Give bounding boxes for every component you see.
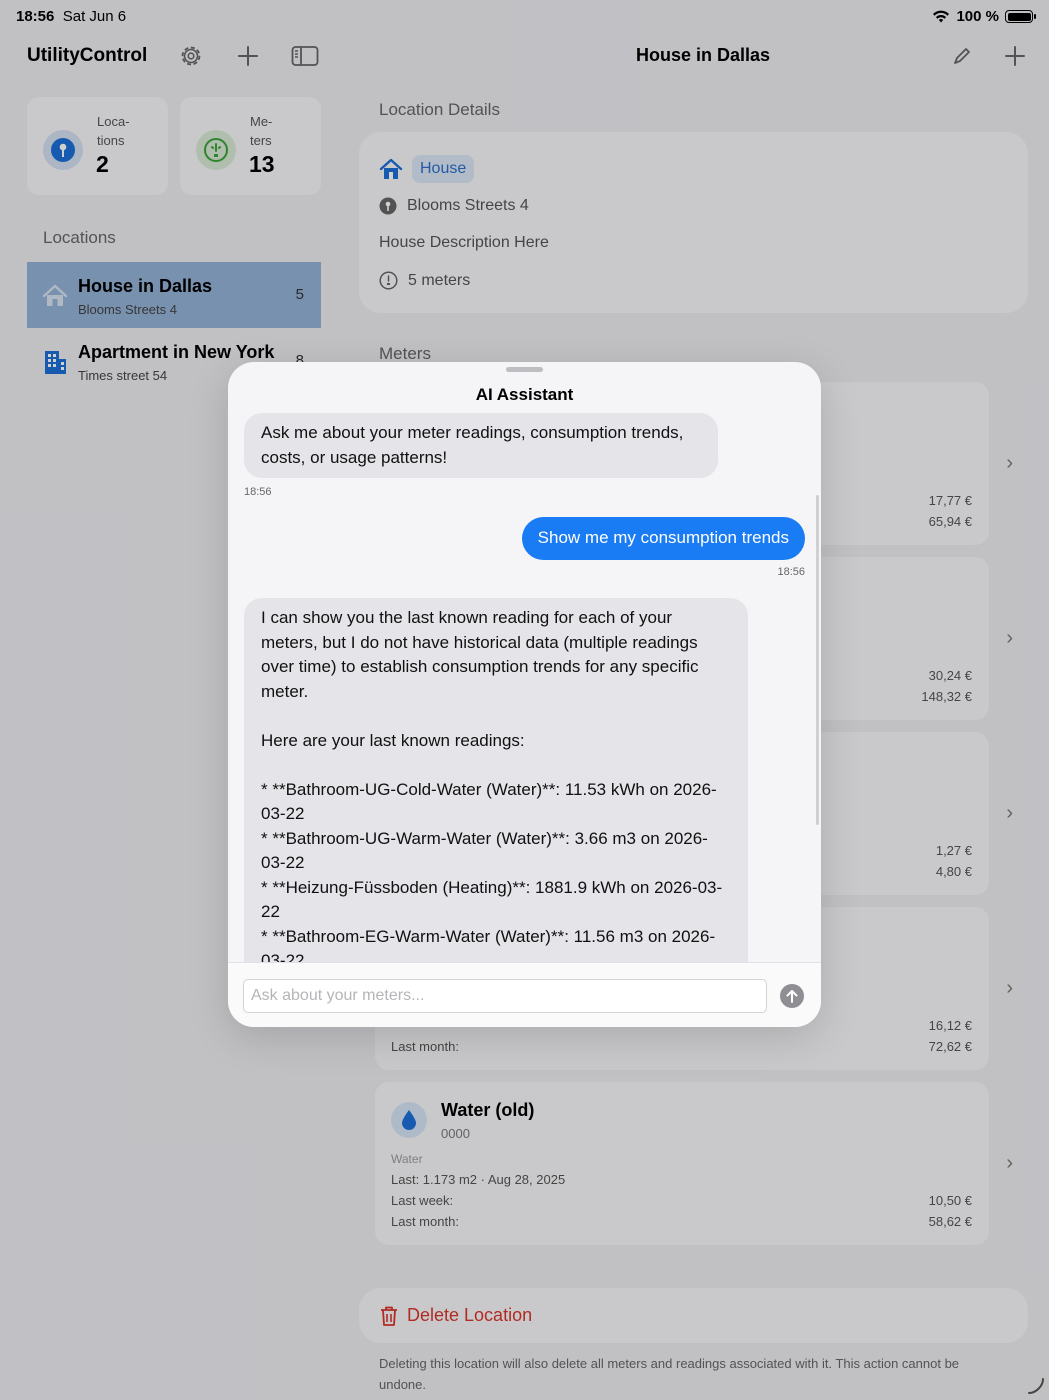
message-timestamp: 18:56 [777, 566, 805, 578]
ai-assistant-sheet: AI Assistant Ask me about your meter rea… [228, 362, 821, 1027]
ai-assistant-title: AI Assistant [475, 385, 574, 404]
ai-message-bubble: I can show you the last known reading fo… [244, 598, 748, 962]
send-button[interactable] [780, 984, 804, 1008]
sheet-grabber[interactable] [506, 367, 543, 372]
message-timestamp: 18:56 [244, 486, 272, 498]
chat-history[interactable]: Ask me about your meter readings, consum… [228, 410, 821, 962]
ai-message-paragraph: Here are your last known readings: [261, 730, 525, 750]
ai-message-bubble: Ask me about your meter readings, consum… [244, 413, 718, 478]
chat-input-bar [228, 962, 821, 1027]
ask-meters-input[interactable] [243, 979, 767, 1013]
ai-message-list-item: * **Bathroom-UG-Warm-Water (Water)**: 3.… [261, 828, 708, 873]
ai-message-list-item: * **Bathroom-UG-Cold-Water (Water)**: 11… [261, 779, 717, 824]
ai-message-list-item: * **Bathroom-EG-Warm-Water (Water)**: 11… [261, 926, 716, 963]
arrow-up-icon [786, 990, 798, 1003]
chat-scrollbar[interactable] [816, 495, 819, 825]
ai-message-paragraph: I can show you the last known reading fo… [261, 608, 699, 701]
ai-message-list-item: * **Heizung-Füssboden (Heating)**: 1881.… [261, 877, 723, 922]
user-message-bubble: Show me my consumption trends [521, 517, 805, 560]
